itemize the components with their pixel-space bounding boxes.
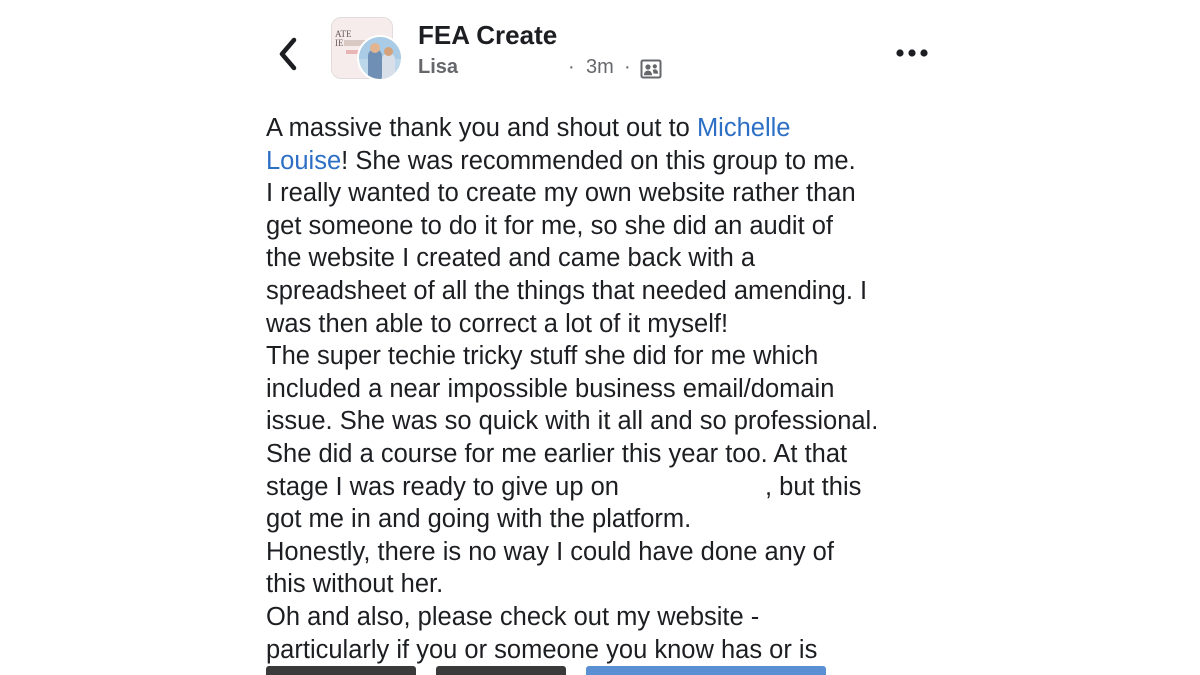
mention-link[interactable]: Louise	[266, 147, 341, 175]
group-members-icon	[640, 59, 662, 79]
meta-separator: ·	[624, 56, 631, 78]
post-line: She did a course for me earlier this yea…	[266, 439, 848, 468]
post-text: stage I was ready to give up on	[266, 472, 619, 501]
ellipsis-icon	[896, 49, 928, 57]
post-header: ATE IE FEA Create Lisa · 3m ·	[0, 0, 1200, 100]
post-line: spreadsheet of all the things that neede…	[266, 276, 868, 305]
chevron-left-icon	[279, 37, 297, 71]
post-line: got me in and going with the platform.	[266, 505, 692, 534]
post-text: A massive thank you and shout out to	[266, 114, 697, 142]
post-line: Louise! She was recommended on this grou…	[266, 145, 946, 178]
post-timestamp[interactable]: 3m	[586, 56, 614, 79]
redacted-text	[618, 475, 765, 500]
clipped-link-fragment	[586, 666, 826, 675]
post-line: this without her.	[266, 570, 444, 599]
author-name-link[interactable]: Lisa	[418, 56, 458, 79]
post-line: was then able to correct a lot of it mys…	[266, 309, 729, 338]
post-line: Honestly, there is no way I could have d…	[266, 537, 834, 566]
post-text: ! She was recommended on this group to m…	[341, 146, 856, 175]
post-line: issue. She was so quick with it all and …	[266, 407, 879, 436]
post-text: , but this	[764, 472, 862, 501]
post-line: included a near impossible business emai…	[266, 374, 835, 403]
post-line: I really wanted to create my own website…	[266, 179, 856, 208]
back-button[interactable]	[268, 30, 308, 78]
clipped-text-fragment	[266, 666, 416, 675]
avatar-figure	[382, 53, 395, 79]
post-line: Oh and also, please check out my website…	[266, 602, 760, 631]
avatar-figure-head	[370, 43, 380, 53]
clipped-text-fragment	[436, 666, 566, 675]
group-name-link[interactable]: FEA Create	[418, 20, 557, 51]
mention-link[interactable]: Michelle	[697, 114, 791, 142]
more-options-button[interactable]	[890, 38, 934, 68]
meta-separator: ·	[568, 56, 575, 78]
post-screen: ATE IE FEA Create Lisa · 3m · A massive …	[0, 0, 1200, 675]
post-line: A massive thank you and shout out to Mic…	[266, 112, 946, 145]
author-avatar[interactable]	[357, 35, 403, 81]
post-line: The super techie tricky stuff she did fo…	[266, 342, 819, 371]
post-line: stage I was ready to give up on , but thi…	[266, 471, 946, 504]
post-line: the website I created and came back with…	[266, 244, 756, 273]
clipped-text-line	[266, 660, 886, 675]
post-line: get someone to do it for me, so she did …	[266, 211, 834, 240]
avatar-figure-head	[384, 47, 393, 56]
post-body: A massive thank you and shout out to Mic…	[266, 112, 946, 666]
avatar-figure	[368, 49, 382, 79]
